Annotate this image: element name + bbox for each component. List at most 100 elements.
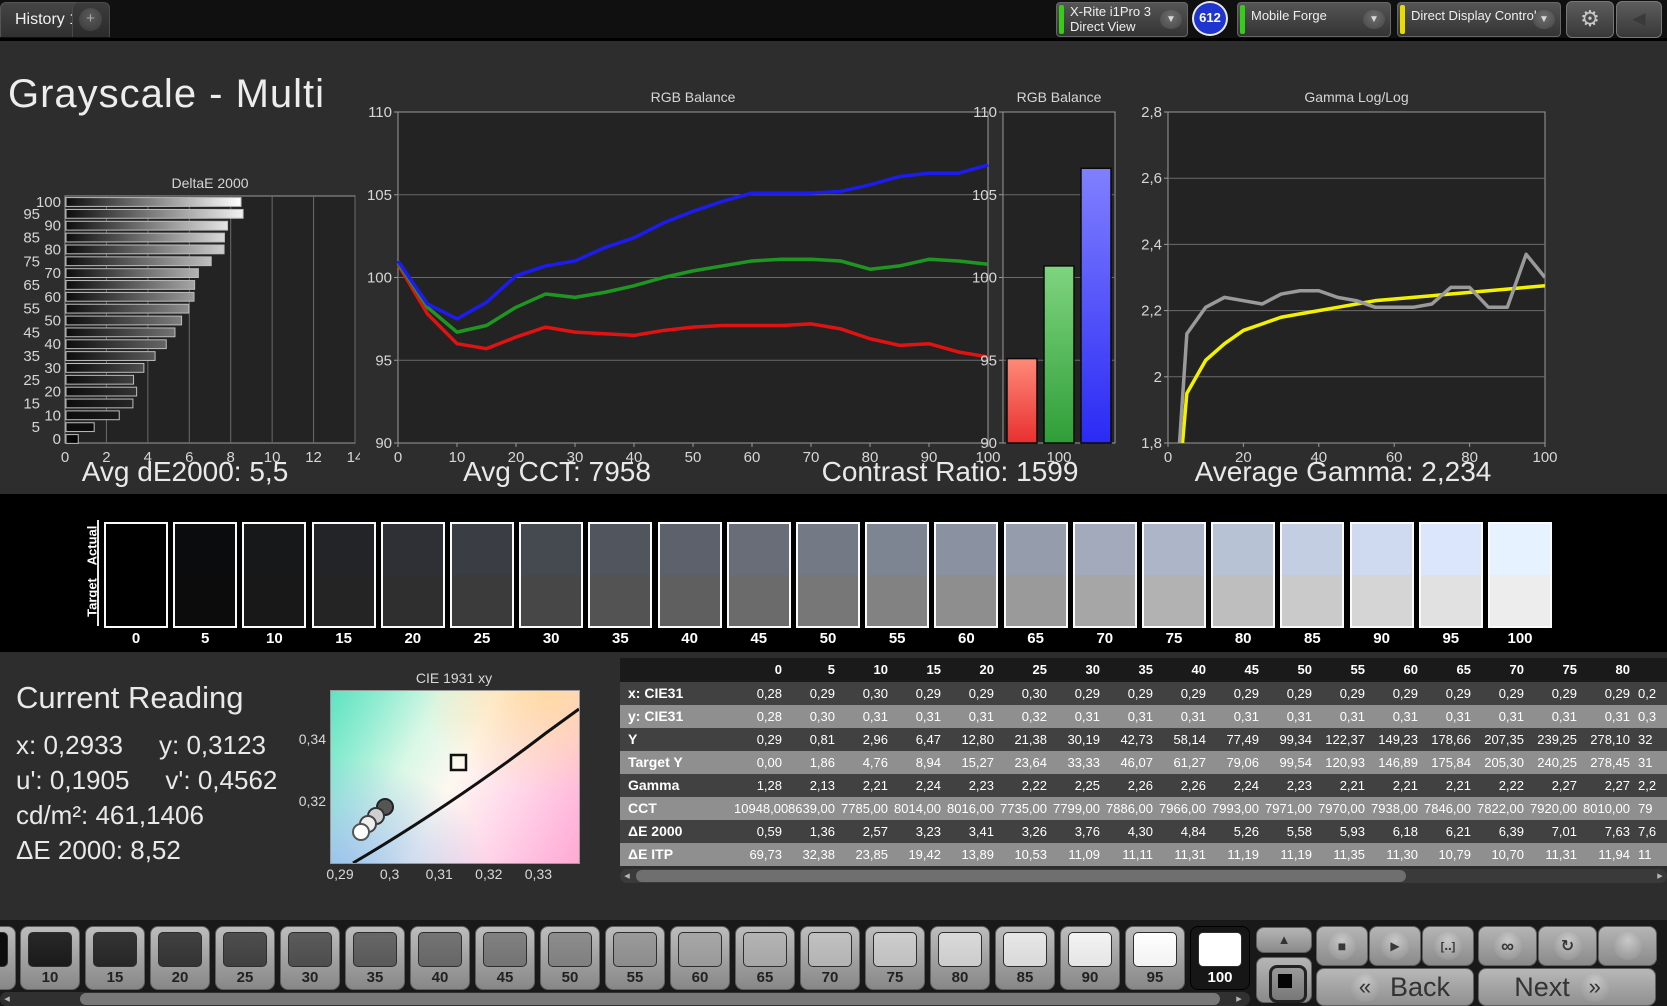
meter-dropdown[interactable]: X-Rite i1Pro 3 Direct View ▼ <box>1056 2 1188 37</box>
patch-button-30[interactable]: 30 <box>280 926 340 990</box>
chevron-down-icon: ▼ <box>1160 10 1182 29</box>
cell: 0,31 <box>1551 709 1577 724</box>
patch-list-up-button[interactable]: ▲ <box>1256 927 1312 953</box>
next-button[interactable]: Next» <box>1478 968 1656 1006</box>
cell: 0,29 <box>915 686 941 701</box>
swatch-target <box>313 575 374 626</box>
step-button[interactable]: [‥] <box>1422 926 1474 966</box>
svg-text:70: 70 <box>44 265 61 282</box>
patch-button-90[interactable]: 90 <box>1060 926 1120 990</box>
col-header-65: 65 <box>1456 662 1471 677</box>
settings-button[interactable]: ⚙ <box>1566 1 1614 38</box>
patch-button-100[interactable]: 100 <box>1190 926 1250 990</box>
cell: 0,30 <box>809 709 835 724</box>
patch-button-70[interactable]: 70 <box>800 926 860 990</box>
back-button[interactable]: «Back <box>1316 968 1474 1006</box>
swatch-label: 50 <box>819 630 837 647</box>
swatch-target <box>798 575 858 626</box>
cell: 23,64 <box>1014 755 1047 770</box>
table-row: Y 0,29 0,81 2,96 6,47 12,80 21,38 30,19 42,73 58,… <box>620 728 1667 751</box>
cell: 4,84 <box>1180 824 1206 839</box>
patch-button-85[interactable]: 85 <box>995 926 1055 990</box>
chevron-down-icon: ▼ <box>1363 10 1385 29</box>
table-scrollbar[interactable]: ◂ ▸ <box>620 869 1667 883</box>
cie-chart-title: CIE 1931 xy <box>415 670 493 686</box>
patch-label: 95 <box>1146 969 1164 986</box>
patch-button-partial[interactable] <box>0 926 16 990</box>
cell: 122,37 <box>1325 732 1365 747</box>
svg-text:90: 90 <box>980 435 997 452</box>
scroll-left-icon[interactable]: ◂ <box>620 869 634 883</box>
cell: 0,29 <box>1127 686 1153 701</box>
patch-chip <box>1068 932 1112 967</box>
cell: 2,25 <box>1074 778 1100 793</box>
play-button[interactable]: ▶ <box>1369 926 1421 966</box>
cell: 2,13 <box>809 778 835 793</box>
col-header-50: 50 <box>1297 662 1312 677</box>
patch-strip-scrollbar[interactable]: ◂ ▸ <box>0 992 1250 1006</box>
refresh-button[interactable]: ↻ <box>1538 926 1597 966</box>
table-scrollbar-thumb[interactable] <box>636 870 1406 882</box>
current-reading-title: Current Reading <box>16 680 244 715</box>
cell: 1,86 <box>809 755 835 770</box>
reading-xy: x: 0,2933 y: 0,3123 <box>16 730 266 760</box>
swatch-label: 45 <box>750 630 768 647</box>
row-label: CCT <box>628 800 657 816</box>
stop-icon: ■ <box>1328 932 1356 960</box>
patch-button-10[interactable]: 10 <box>20 926 80 990</box>
patch-button-20[interactable]: 20 <box>150 926 210 990</box>
table-row: CCT 10948,00 8639,00 7785,00 8014,00 8016,00 7… <box>620 797 1667 820</box>
patch-button-65[interactable]: 65 <box>735 926 795 990</box>
source-dropdown[interactable]: Mobile Forge ▼ <box>1237 2 1391 37</box>
display-control-dropdown[interactable]: Direct Display Control ▼ <box>1397 2 1561 37</box>
add-tab-button[interactable]: + <box>72 2 110 37</box>
patch-button-35[interactable]: 35 <box>345 926 405 990</box>
cell: 10,53 <box>1014 847 1047 862</box>
swatch-target <box>175 575 236 626</box>
cell: 6,39 <box>1498 824 1524 839</box>
patch-scrollbar-thumb[interactable] <box>80 993 1220 1005</box>
patch-button-80[interactable]: 80 <box>930 926 990 990</box>
cie-y-tick-032: 0,32 <box>298 793 326 809</box>
meter-count-badge[interactable]: 612 <box>1192 1 1228 36</box>
patch-chip <box>418 932 462 967</box>
cell: 5,58 <box>1286 824 1312 839</box>
patch-label: 20 <box>171 969 189 986</box>
svg-text:DeltaE 2000: DeltaE 2000 <box>171 175 248 191</box>
patch-button-45[interactable]: 45 <box>475 926 535 990</box>
cell: 149,23 <box>1378 732 1418 747</box>
patch-chip <box>743 932 787 967</box>
stop-button[interactable]: ■ <box>1316 926 1368 966</box>
collapse-panel-button[interactable]: ◀ <box>1616 1 1662 38</box>
swatch-actual <box>1005 524 1066 575</box>
patch-button-75[interactable]: 75 <box>865 926 925 990</box>
refresh-icon: ↻ <box>1553 932 1582 960</box>
patch-button-25[interactable]: 25 <box>215 926 275 990</box>
scroll-right-icon[interactable]: ▸ <box>1653 869 1667 883</box>
cell: 0,29 <box>1180 686 1206 701</box>
record-button[interactable] <box>1598 926 1657 966</box>
cell: 8010,00 <box>1583 801 1630 816</box>
patch-label: 35 <box>366 969 384 986</box>
patch-button-15[interactable]: 15 <box>85 926 145 990</box>
row-label: ΔE ITP <box>628 846 674 862</box>
cell: 23,85 <box>855 847 888 862</box>
infinity-button[interactable]: ∞ <box>1478 926 1537 966</box>
patch-button-40[interactable]: 40 <box>410 926 470 990</box>
scroll-right-icon[interactable]: ▸ <box>1232 992 1246 1006</box>
swatch-target <box>659 575 720 626</box>
cell: 0,30 <box>1021 686 1047 701</box>
patch-button-55[interactable]: 55 <box>605 926 665 990</box>
svg-text:45: 45 <box>23 324 40 341</box>
patch-chip <box>28 932 72 967</box>
row-label: x: CIE31 <box>628 685 684 701</box>
patch-button-60[interactable]: 60 <box>670 926 730 990</box>
scroll-left-icon[interactable]: ◂ <box>0 992 14 1006</box>
swatch-target <box>1005 575 1066 626</box>
patch-window-button[interactable] <box>1256 957 1312 1003</box>
patch-button-50[interactable]: 50 <box>540 926 600 990</box>
svg-text:110: 110 <box>973 104 997 121</box>
table-row: y: CIE31 0,28 0,30 0,31 0,31 0,31 0,32 0,31 0,31… <box>620 705 1667 728</box>
patch-button-95[interactable]: 95 <box>1125 926 1185 990</box>
cell: 0,31 <box>1180 709 1206 724</box>
